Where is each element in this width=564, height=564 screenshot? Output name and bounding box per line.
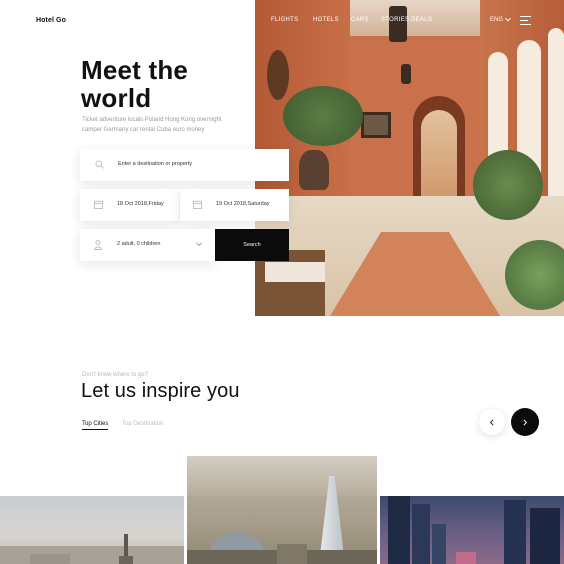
chevron-down-icon <box>505 15 511 22</box>
user-icon <box>94 240 102 250</box>
nav-item-cars[interactable]: CARS <box>351 17 369 23</box>
chevron-down-icon <box>196 242 202 247</box>
city-card-center[interactable] <box>187 456 377 564</box>
section-title: Let us inspire you <box>81 380 240 402</box>
check-in-field[interactable]: 18 Oct 2018,Friday <box>80 189 179 221</box>
hamburger-menu-icon[interactable] <box>520 16 531 25</box>
chevron-left-icon <box>489 418 494 426</box>
check-out-date[interactable]: 19 Oct 2018,Saturday <box>216 201 270 207</box>
tab-top-cities[interactable]: Top Cities <box>82 421 109 430</box>
nav-item-flights[interactable]: FLIGHTS <box>271 17 298 23</box>
nav-item-hotels[interactable]: HOTELS <box>313 17 339 23</box>
hero-title: Meet the world <box>81 55 189 113</box>
city-card-left[interactable] <box>0 496 184 564</box>
hero-subtitle: Ticket adventure locals Poland Hong Kong… <box>82 117 222 133</box>
language-selector[interactable]: ENG <box>490 15 511 23</box>
city-card-right[interactable] <box>380 496 564 564</box>
hero-image <box>255 0 564 316</box>
nav-item-stories[interactable]: STORIES <box>381 17 409 23</box>
guests-field[interactable]: 2 adult, 0 children <box>80 229 215 261</box>
check-out-field[interactable]: 19 Oct 2018,Saturday <box>180 189 289 221</box>
prev-button[interactable] <box>479 409 505 435</box>
chevron-right-icon <box>523 418 528 426</box>
nav-item-deals[interactable]: DEALS <box>411 17 432 23</box>
search-button[interactable]: Search <box>215 229 289 261</box>
calendar-icon <box>94 200 103 209</box>
language-label: ENG <box>490 17 504 23</box>
next-button[interactable] <box>511 408 539 436</box>
destination-input[interactable]: Enter a destination or property <box>118 161 192 167</box>
check-in-date[interactable]: 18 Oct 2018,Friday <box>117 201 164 207</box>
logo[interactable]: Hotel Go <box>36 17 66 24</box>
search-icon <box>95 160 104 169</box>
calendar-icon <box>193 200 202 209</box>
tab-top-destination[interactable]: Top Destination <box>122 421 163 427</box>
destination-field[interactable]: Enter a destination or property <box>80 149 289 181</box>
section-eyebrow: Don't know where to go? <box>82 372 148 378</box>
guests-select[interactable]: 2 adult, 0 children <box>117 241 160 247</box>
